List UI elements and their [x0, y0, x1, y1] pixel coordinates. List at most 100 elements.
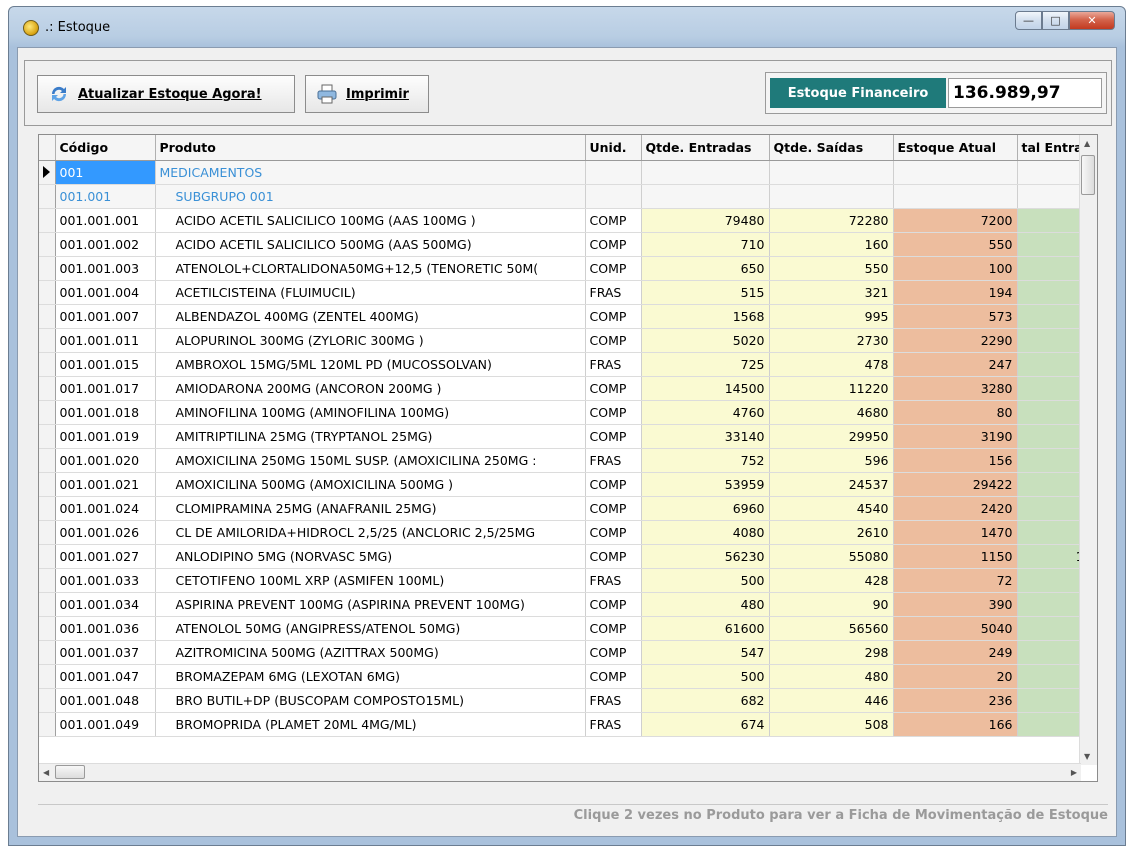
column-header-produto[interactable]: Produto — [155, 135, 586, 161]
table-row[interactable]: 001.001.036 ATENOLOL 50MG (ANGIPRESS/ATEN… — [39, 616, 1097, 641]
cell-unid: FRAS — [585, 712, 642, 737]
cell-estoque-atual: 100 — [893, 256, 1018, 281]
table-row[interactable]: 001.001.011 ALOPURINOL 300MG (ZYLORIC 300… — [39, 328, 1097, 353]
row-indicator — [39, 592, 56, 617]
print-button[interactable]: Imprimir — [305, 75, 429, 113]
table-row[interactable]: 001.001.037 AZITROMICINA 500MG (AZITTRAX … — [39, 640, 1097, 665]
cell-qtde-saidas — [769, 184, 894, 209]
horizontal-scroll-thumb[interactable] — [55, 765, 85, 779]
cell-codigo: 001.001.027 — [55, 544, 156, 569]
cell-qtde-entradas: 14500 — [641, 376, 770, 401]
cell-codigo: 001 — [55, 160, 156, 185]
row-indicator — [39, 568, 56, 593]
horizontal-scrollbar[interactable]: ◀ ▶ — [39, 763, 1081, 781]
cell-qtde-saidas: 550 — [769, 256, 894, 281]
column-header-qtde-saidas[interactable]: Qtde. Saídas — [769, 135, 894, 161]
table-row[interactable]: 001.001.020 AMOXICILINA 250MG 150ML SUSP.… — [39, 448, 1097, 473]
cell-estoque-atual: 72 — [893, 568, 1018, 593]
printer-icon — [316, 83, 338, 105]
table-row[interactable]: 001.001.048 BRO BUTIL+DP (BUSCOPAM COMPOS… — [39, 688, 1097, 713]
cell-qtde-saidas: 2730 — [769, 328, 894, 353]
table-row[interactable]: 001.001.018 AMINOFILINA 100MG (AMINOFILIN… — [39, 400, 1097, 425]
cell-qtde-entradas: 682 — [641, 688, 770, 713]
cell-unid: FRAS — [585, 352, 642, 377]
cell-estoque-atual — [893, 160, 1018, 185]
cell-produto: ALOPURINOL 300MG (ZYLORIC 300MG ) — [155, 328, 586, 353]
cell-qtde-entradas: 4080 — [641, 520, 770, 545]
scroll-down-icon[interactable]: ▼ — [1084, 752, 1090, 761]
row-indicator — [39, 496, 56, 521]
scroll-up-icon[interactable]: ▲ — [1084, 139, 1090, 148]
cell-estoque-atual: 194 — [893, 280, 1018, 305]
cell-codigo: 001.001 — [55, 184, 156, 209]
row-indicator-header — [39, 135, 56, 161]
table-row[interactable]: 001.001.027 ANLODIPINO 5MG (NORVASC 5MG) C… — [39, 544, 1097, 569]
table-row[interactable]: 001.001.007 ALBENDAZOL 400MG (ZENTEL 400M… — [39, 304, 1097, 329]
cell-produto: CETOTIFENO 100ML XRP (ASMIFEN 100ML) — [155, 568, 586, 593]
refresh-stock-button[interactable]: Atualizar Estoque Agora! — [37, 75, 295, 113]
current-row-arrow-icon — [43, 166, 50, 178]
column-header-unid[interactable]: Unid. — [585, 135, 642, 161]
table-row[interactable]: 001.001.001 ACIDO ACETIL SALICILICO 100MG… — [39, 208, 1097, 233]
table-row[interactable]: 001.001.049 BROMOPRIDA (PLAMET 20ML 4MG/M… — [39, 712, 1097, 737]
client-area: Atualizar Estoque Agora! Imprimir Estoqu… — [17, 47, 1117, 837]
stock-grid[interactable]: Código Produto Unid. Qtde. Entradas Qtde… — [38, 134, 1098, 782]
minimize-button[interactable]: — — [1015, 11, 1042, 30]
cell-qtde-saidas: 478 — [769, 352, 894, 377]
cell-codigo: 001.001.021 — [55, 472, 156, 497]
minimize-icon: — — [1023, 14, 1034, 27]
vertical-scrollbar[interactable]: ▲ ▼ — [1079, 135, 1097, 765]
cell-unid: COMP — [585, 616, 642, 641]
table-row[interactable]: 001.001.047 BROMAZEPAM 6MG (LEXOTAN 6MG) C… — [39, 664, 1097, 689]
table-row[interactable]: 001.001.021 AMOXICILINA 500MG (AMOXICILIN… — [39, 472, 1097, 497]
cell-codigo: 001.001.036 — [55, 616, 156, 641]
toolbar: Atualizar Estoque Agora! Imprimir Estoqu… — [24, 60, 1112, 126]
table-row[interactable]: 001.001.015 AMBROXOL 15MG/5ML 120ML PD (M… — [39, 352, 1097, 377]
cell-unid: FRAS — [585, 280, 642, 305]
table-row[interactable]: 001.001.024 CLOMIPRAMINA 25MG (ANAFRANIL … — [39, 496, 1097, 521]
column-header-qtde-entradas[interactable]: Qtde. Entradas — [641, 135, 770, 161]
close-button[interactable]: ✕ — [1069, 11, 1115, 30]
column-header-codigo[interactable]: Código — [55, 135, 156, 161]
grid-body: 001 MEDICAMENTOS 001.001 SUBGRUPO 001 001.00… — [39, 160, 1097, 737]
table-row[interactable]: 001.001.004 ACETILCISTEINA (FLUIMUCIL) FRA… — [39, 280, 1097, 305]
cell-codigo: 001.001.003 — [55, 256, 156, 281]
scroll-left-icon[interactable]: ◀ — [43, 768, 49, 777]
cell-codigo: 001.001.037 — [55, 640, 156, 665]
cell-qtde-saidas: 596 — [769, 448, 894, 473]
table-row[interactable]: 001.001.017 AMIODARONA 200MG (ANCORON 200… — [39, 376, 1097, 401]
cell-qtde-entradas: 79480 — [641, 208, 770, 233]
row-indicator — [39, 544, 56, 569]
cell-produto: SUBGRUPO 001 — [155, 184, 586, 209]
table-row[interactable]: 001.001.003 ATENOLOL+CLORTALIDONA50MG+12,… — [39, 256, 1097, 281]
cell-produto: BRO BUTIL+DP (BUSCOPAM COMPOSTO15ML) — [155, 688, 586, 713]
cell-produto: ANLODIPINO 5MG (NORVASC 5MG) — [155, 544, 586, 569]
group-row[interactable]: 001 MEDICAMENTOS — [39, 160, 1097, 185]
title-bar[interactable]: .: Estoque — □ ✕ — [9, 7, 1125, 47]
maximize-button[interactable]: □ — [1042, 11, 1069, 30]
table-row[interactable]: 001.001.033 CETOTIFENO 100ML XRP (ASMIFEN… — [39, 568, 1097, 593]
table-row[interactable]: 001.001.019 AMITRIPTILINA 25MG (TRYPTANOL… — [39, 424, 1097, 449]
cell-qtde-entradas: 33140 — [641, 424, 770, 449]
app-icon — [23, 20, 39, 36]
table-row[interactable]: 001.001.002 ACIDO ACETIL SALICILICO 500MG… — [39, 232, 1097, 257]
cell-unid: COMP — [585, 328, 642, 353]
cell-estoque-atual: 236 — [893, 688, 1018, 713]
cell-codigo: 001.001.034 — [55, 592, 156, 617]
cell-estoque-atual — [893, 184, 1018, 209]
column-header-estoque-atual[interactable]: Estoque Atual — [893, 135, 1018, 161]
scroll-right-icon[interactable]: ▶ — [1071, 768, 1077, 777]
cell-qtde-saidas: 24537 — [769, 472, 894, 497]
row-indicator — [39, 232, 56, 257]
table-row[interactable]: 001.001.026 CL DE AMILORIDA+HIDROCL 2,5/2… — [39, 520, 1097, 545]
cell-codigo: 001.001.026 — [55, 520, 156, 545]
vertical-scroll-thumb[interactable] — [1081, 155, 1095, 195]
subgroup-row[interactable]: 001.001 SUBGRUPO 001 — [39, 184, 1097, 209]
row-indicator — [39, 616, 56, 641]
row-indicator — [39, 280, 56, 305]
cell-unid: COMP — [585, 304, 642, 329]
print-label: Imprimir — [346, 86, 409, 102]
table-row[interactable]: 001.001.034 ASPIRINA PREVENT 100MG (ASPIR… — [39, 592, 1097, 617]
cell-produto: AMOXICILINA 500MG (AMOXICILINA 500MG ) — [155, 472, 586, 497]
cell-produto: AMIODARONA 200MG (ANCORON 200MG ) — [155, 376, 586, 401]
